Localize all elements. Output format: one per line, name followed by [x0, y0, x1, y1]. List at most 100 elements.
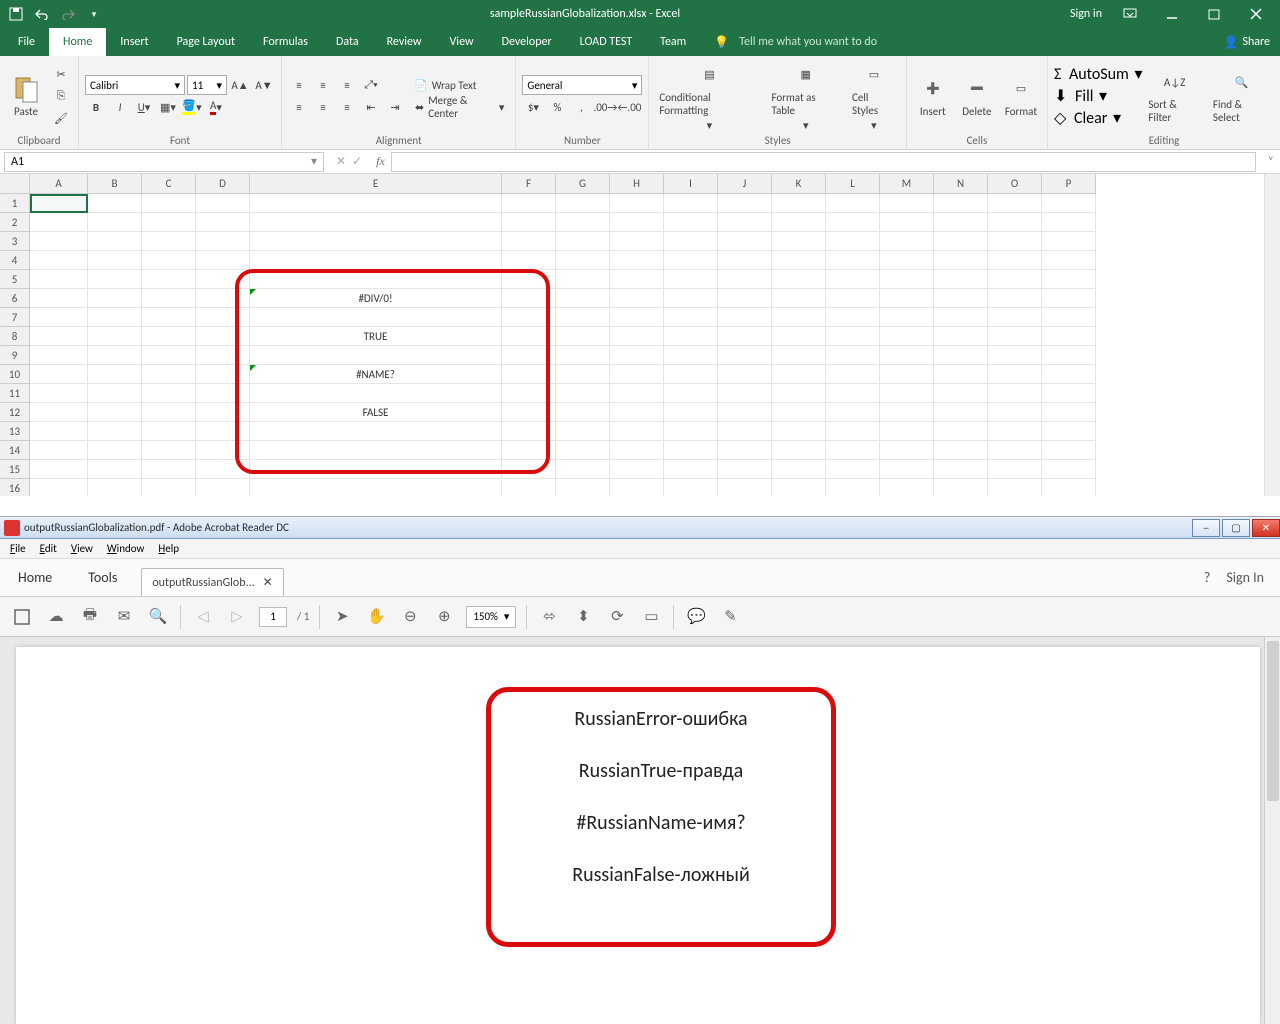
format-as-table-button[interactable]: ▦Format as Table▾: [767, 59, 844, 134]
cell-O6[interactable]: [988, 289, 1042, 308]
cell-J15[interactable]: [718, 460, 772, 479]
cell-N2[interactable]: [934, 213, 988, 232]
cell-N9[interactable]: [934, 346, 988, 365]
pointer-icon[interactable]: ➤: [330, 605, 354, 629]
cell-K1[interactable]: [772, 194, 826, 213]
cell-P14[interactable]: [1042, 441, 1096, 460]
cell-P12[interactable]: [1042, 403, 1096, 422]
align-bottom-icon[interactable]: ≡: [336, 75, 358, 95]
cell-C9[interactable]: [142, 346, 196, 365]
cell-K13[interactable]: [772, 422, 826, 441]
cell-B11[interactable]: [88, 384, 142, 403]
cell-O12[interactable]: [988, 403, 1042, 422]
cell-B9[interactable]: [88, 346, 142, 365]
cell-D14[interactable]: [196, 441, 250, 460]
cell-J8[interactable]: [718, 327, 772, 346]
cell-H16[interactable]: [610, 479, 664, 496]
maximize-icon[interactable]: [1200, 4, 1228, 24]
signin-link[interactable]: Sign in: [1070, 7, 1102, 21]
cell-A6[interactable]: [30, 289, 88, 308]
row-header-12[interactable]: 12: [0, 403, 30, 422]
insert-cells-button[interactable]: ➕Insert: [913, 73, 953, 120]
col-header-D[interactable]: D: [196, 174, 250, 194]
cell-F15[interactable]: [502, 460, 556, 479]
cell-E3[interactable]: [250, 232, 502, 251]
cell-D3[interactable]: [196, 232, 250, 251]
cell-D6[interactable]: [196, 289, 250, 308]
next-page-icon[interactable]: ▷: [225, 605, 249, 629]
cell-N16[interactable]: [934, 479, 988, 496]
cell-N8[interactable]: [934, 327, 988, 346]
cell-J16[interactable]: [718, 479, 772, 496]
row-header-10[interactable]: 10: [0, 365, 30, 384]
formula-input[interactable]: [391, 152, 1256, 172]
cell-D13[interactable]: [196, 422, 250, 441]
cell-E5[interactable]: [250, 270, 502, 289]
cell-P4[interactable]: [1042, 251, 1096, 270]
cell-E12[interactable]: FALSE: [250, 403, 502, 422]
font-name-combo[interactable]: Calibri▾: [85, 75, 185, 95]
col-header-H[interactable]: H: [610, 174, 664, 194]
menu-edit[interactable]: Edit: [34, 540, 63, 557]
name-box[interactable]: A1▾: [4, 152, 324, 172]
orientation-icon[interactable]: ⤢▾: [360, 75, 382, 95]
cell-D4[interactable]: [196, 251, 250, 270]
tellme-input[interactable]: Tell me what you want to do: [729, 35, 877, 49]
cell-J12[interactable]: [718, 403, 772, 422]
cell-I5[interactable]: [664, 270, 718, 289]
cell-L9[interactable]: [826, 346, 880, 365]
percent-icon[interactable]: %: [546, 97, 568, 117]
cell-I14[interactable]: [664, 441, 718, 460]
format-cells-button[interactable]: ▭Format: [1001, 73, 1041, 120]
cell-O1[interactable]: [988, 194, 1042, 213]
cell-J7[interactable]: [718, 308, 772, 327]
cell-C11[interactable]: [142, 384, 196, 403]
cell-N11[interactable]: [934, 384, 988, 403]
cell-N3[interactable]: [934, 232, 988, 251]
cell-K9[interactable]: [772, 346, 826, 365]
cell-G15[interactable]: [556, 460, 610, 479]
cell-O14[interactable]: [988, 441, 1042, 460]
col-header-A[interactable]: A: [30, 174, 88, 194]
cell-H4[interactable]: [610, 251, 664, 270]
acro-vertical-scrollbar[interactable]: [1264, 637, 1280, 1024]
cell-A1[interactable]: [30, 194, 88, 213]
col-header-M[interactable]: M: [880, 174, 934, 194]
cell-P3[interactable]: [1042, 232, 1096, 251]
doctab-close-icon[interactable]: ✕: [263, 575, 273, 590]
cell-I7[interactable]: [664, 308, 718, 327]
cell-B7[interactable]: [88, 308, 142, 327]
pdf-viewport[interactable]: RussianError-ошибка RussianTrue-правда #…: [0, 637, 1280, 1024]
cell-K15[interactable]: [772, 460, 826, 479]
cell-E14[interactable]: [250, 441, 502, 460]
fit-page-icon[interactable]: ⬍: [571, 605, 595, 629]
cell-C16[interactable]: [142, 479, 196, 496]
zoom-in-icon[interactable]: ⊕: [432, 605, 456, 629]
cell-J14[interactable]: [718, 441, 772, 460]
cell-D2[interactable]: [196, 213, 250, 232]
cell-A7[interactable]: [30, 308, 88, 327]
cell-M7[interactable]: [880, 308, 934, 327]
acro-tab-home[interactable]: Home: [0, 559, 70, 596]
cell-E2[interactable]: [250, 213, 502, 232]
cell-L12[interactable]: [826, 403, 880, 422]
cell-N5[interactable]: [934, 270, 988, 289]
col-header-J[interactable]: J: [718, 174, 772, 194]
align-center-icon[interactable]: ≡: [312, 97, 334, 117]
cell-F14[interactable]: [502, 441, 556, 460]
cell-G11[interactable]: [556, 384, 610, 403]
cell-E9[interactable]: [250, 346, 502, 365]
number-format-combo[interactable]: General▾: [522, 75, 642, 95]
acro-minimize-icon[interactable]: ─: [1192, 519, 1220, 537]
cell-N13[interactable]: [934, 422, 988, 441]
cell-styles-button[interactable]: ▭Cell Styles▾: [848, 59, 900, 134]
cell-I15[interactable]: [664, 460, 718, 479]
cell-G1[interactable]: [556, 194, 610, 213]
acro-document-tab[interactable]: outputRussianGlob... ✕: [141, 568, 283, 596]
acro-signin-link[interactable]: Sign In: [1226, 569, 1264, 586]
cell-M14[interactable]: [880, 441, 934, 460]
enter-formula-icon[interactable]: ✓: [352, 154, 362, 169]
col-header-K[interactable]: K: [772, 174, 826, 194]
cell-N14[interactable]: [934, 441, 988, 460]
cell-F6[interactable]: [502, 289, 556, 308]
